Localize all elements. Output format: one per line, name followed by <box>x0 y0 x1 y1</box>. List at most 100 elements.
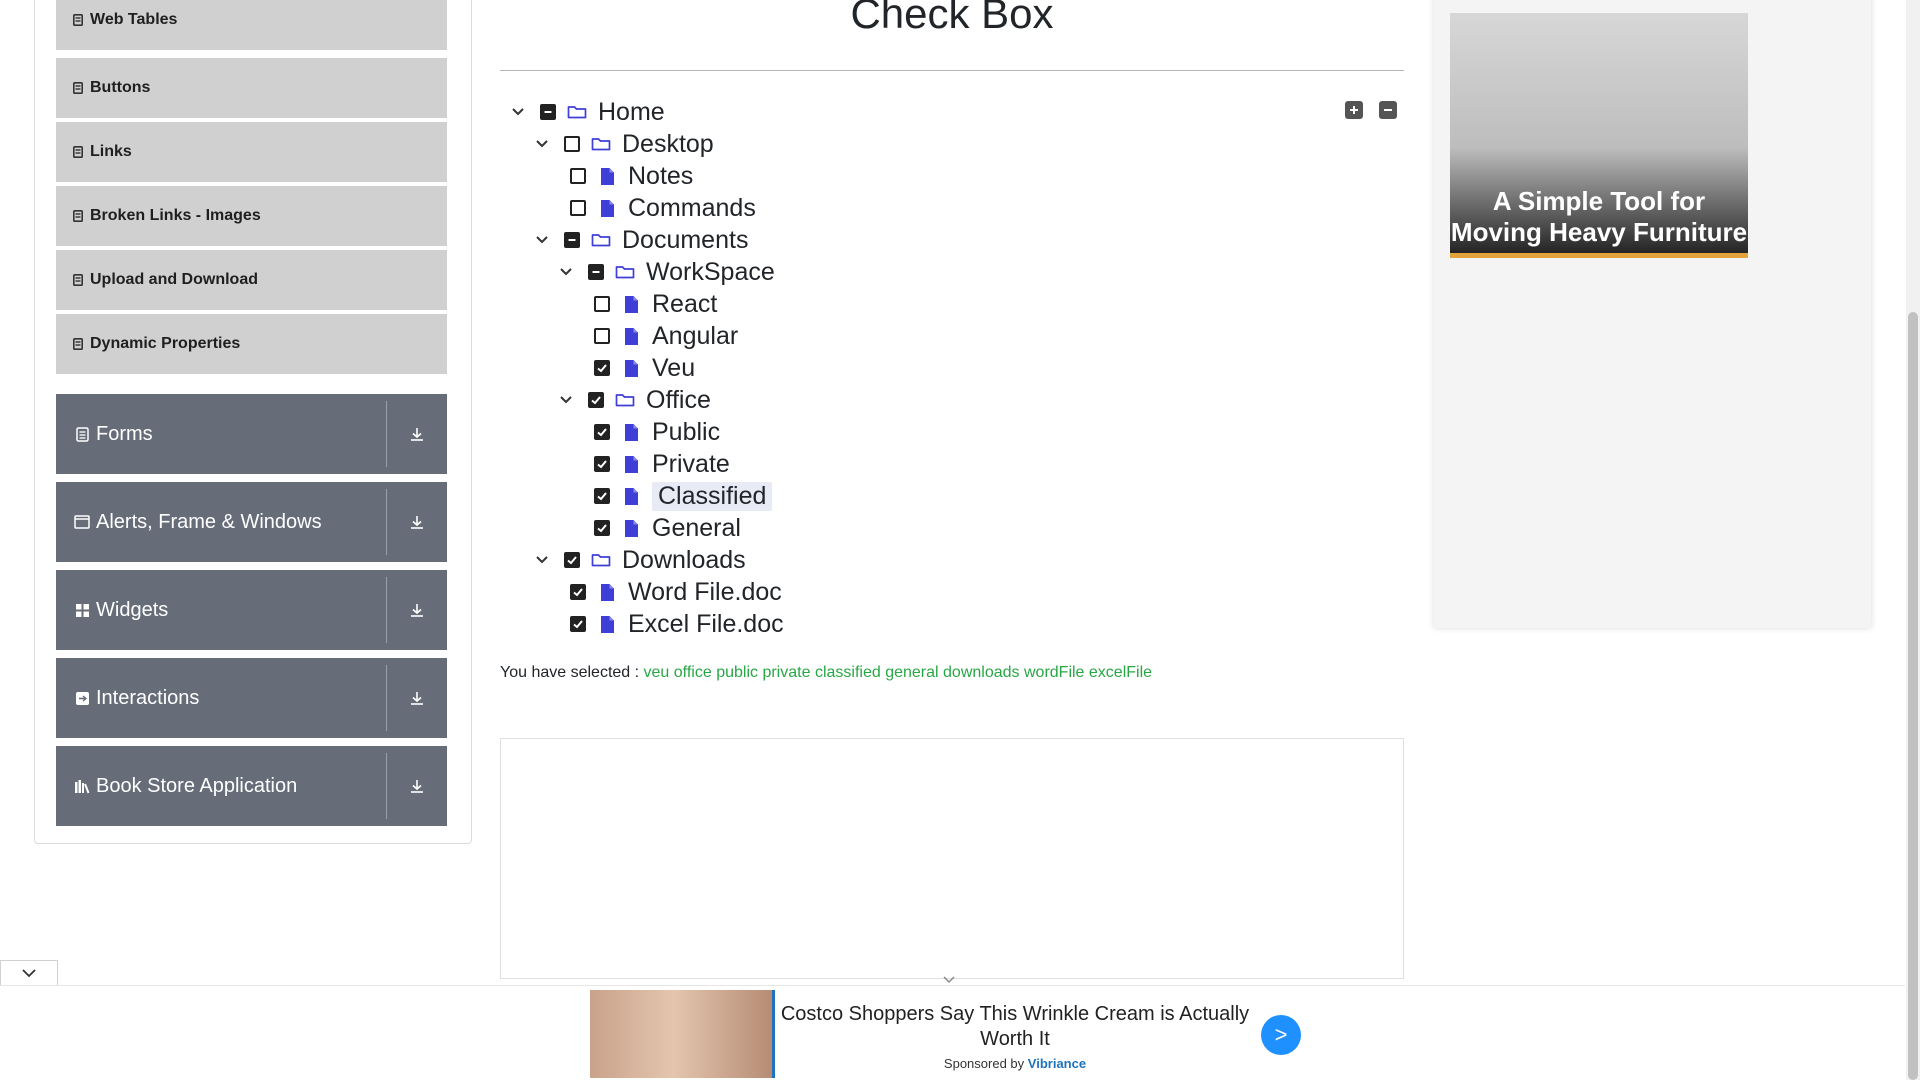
tree-node[interactable]: Notes <box>570 160 693 192</box>
tree-node-label[interactable]: React <box>652 290 717 319</box>
tree-node-label[interactable]: Downloads <box>622 546 746 575</box>
ad-cta-button[interactable]: > <box>1261 1015 1301 1055</box>
tree-node-label[interactable]: Documents <box>622 226 748 255</box>
tree-node-label[interactable]: Office <box>646 386 711 415</box>
group-book-store[interactable]: Book Store Application <box>56 746 447 826</box>
tree-node-label[interactable]: Home <box>598 98 665 127</box>
ad-accent-bar <box>1450 253 1748 258</box>
file-icon <box>620 518 642 538</box>
menu-item-web-tables[interactable]: Web Tables <box>56 0 447 52</box>
tree-node[interactable]: Office <box>556 384 711 416</box>
download-icon[interactable] <box>387 394 447 474</box>
tree-node-label[interactable]: Notes <box>628 162 693 191</box>
tree-node[interactable]: Veu <box>594 352 695 384</box>
checkbox[interactable] <box>594 328 610 344</box>
tree-node-label[interactable]: Excel File.doc <box>628 610 784 639</box>
checkbox[interactable] <box>564 232 580 248</box>
group-interactions[interactable]: Interactions <box>56 658 447 738</box>
tree-node-label[interactable]: Commands <box>628 194 756 223</box>
chevron-down-icon[interactable] <box>532 230 552 250</box>
tree-node-label[interactable]: Private <box>652 450 730 479</box>
group-label: Widgets <box>96 598 169 621</box>
ad-collapse-button[interactable] <box>0 960 58 985</box>
tree-node-label[interactable]: Public <box>652 418 720 447</box>
tree-node-label[interactable]: Angular <box>652 322 738 351</box>
menu-item-upload-download[interactable]: Upload and Download <box>56 250 447 312</box>
tree-node[interactable]: Angular <box>594 320 738 352</box>
group-widgets[interactable]: Widgets <box>56 570 447 650</box>
sponsor-name[interactable]: Vibriance <box>1028 1056 1086 1071</box>
menu-item-label: Broken Links - Images <box>90 207 261 224</box>
chevron-down-icon[interactable] <box>532 550 552 570</box>
ad-photo[interactable] <box>590 990 775 1078</box>
books-icon <box>74 778 90 794</box>
menu-item-links[interactable]: Links <box>56 122 447 184</box>
ad-headline[interactable]: Costco Shoppers Say This Wrinkle Cream i… <box>780 1002 1250 1052</box>
checkbox[interactable] <box>594 520 610 536</box>
chevron-down-icon[interactable] <box>556 390 576 410</box>
tree-node[interactable]: Home <box>508 96 665 128</box>
tree-node[interactable]: Classified <box>594 480 773 512</box>
tree-node[interactable]: Downloads <box>532 544 746 576</box>
tree-node-label[interactable]: Veu <box>652 354 695 383</box>
file-icon <box>620 486 642 506</box>
expand-all-button[interactable] <box>1345 101 1363 119</box>
tree-node[interactable]: General <box>594 512 741 544</box>
checkbox[interactable] <box>594 456 610 472</box>
scrollbar-thumb[interactable] <box>1908 312 1918 1080</box>
chevron-down-icon[interactable] <box>532 134 552 154</box>
tree-node[interactable]: Word File.doc <box>570 576 782 608</box>
tree-node[interactable]: React <box>594 288 717 320</box>
tree-node-label[interactable]: WorkSpace <box>646 258 775 287</box>
tree-node-label[interactable]: General <box>652 514 741 543</box>
tree-node-label[interactable]: Desktop <box>622 130 714 159</box>
menu-item-buttons[interactable]: Buttons <box>56 58 447 120</box>
tree-node[interactable]: Public <box>594 416 720 448</box>
tree-node[interactable]: Documents <box>532 224 748 256</box>
tree-node[interactable]: Excel File.doc <box>570 608 784 640</box>
side-ad-image[interactable]: A Simple Tool for Moving Heavy Furniture <box>1450 13 1748 258</box>
file-icon <box>596 198 618 218</box>
tree-node[interactable]: Private <box>594 448 730 480</box>
download-icon[interactable] <box>387 482 447 562</box>
checkbox[interactable] <box>570 584 586 600</box>
checkbox[interactable] <box>570 200 586 216</box>
download-icon[interactable] <box>387 658 447 738</box>
checkbox[interactable] <box>570 616 586 632</box>
selected-item: public <box>716 664 758 681</box>
list-icon <box>72 209 84 223</box>
folder-icon <box>590 134 612 154</box>
checkbox[interactable] <box>594 488 610 504</box>
tree-node-label[interactable]: Classified <box>652 481 773 511</box>
sponsored-prefix: Sponsored by <box>943 1056 1025 1071</box>
group-forms[interactable]: Forms <box>56 394 447 474</box>
menu-item-dynamic-properties[interactable]: Dynamic Properties <box>56 314 447 376</box>
menu-item-broken-links[interactable]: Broken Links - Images <box>56 186 447 248</box>
checkbox[interactable] <box>594 424 610 440</box>
checkbox[interactable] <box>564 552 580 568</box>
group-alerts-frame-windows[interactable]: Alerts, Frame & Windows <box>56 482 447 562</box>
tree-node-label[interactable]: Word File.doc <box>628 578 782 607</box>
selected-item: classified <box>814 664 881 681</box>
ad-photo-edge <box>772 990 775 1078</box>
collapse-all-button[interactable] <box>1379 101 1397 119</box>
checkbox[interactable] <box>594 296 610 312</box>
chevron-down-icon[interactable] <box>508 102 528 122</box>
checkbox[interactable] <box>594 360 610 376</box>
checkbox[interactable] <box>570 168 586 184</box>
folder-icon <box>590 230 612 250</box>
checkbox[interactable] <box>540 104 556 120</box>
folder-icon <box>614 390 636 410</box>
selected-item: wordFile <box>1023 664 1085 681</box>
tree-node[interactable]: Desktop <box>532 128 714 160</box>
checkbox[interactable] <box>588 264 604 280</box>
widgets-icon <box>74 602 90 618</box>
checkbox[interactable] <box>564 136 580 152</box>
chevron-down-icon[interactable] <box>556 262 576 282</box>
tree-node[interactable]: Commands <box>570 192 756 224</box>
tree-node[interactable]: WorkSpace <box>556 256 775 288</box>
download-icon[interactable] <box>387 746 447 826</box>
checkbox[interactable] <box>588 392 604 408</box>
menu-item-label: Links <box>90 143 132 160</box>
download-icon[interactable] <box>387 570 447 650</box>
